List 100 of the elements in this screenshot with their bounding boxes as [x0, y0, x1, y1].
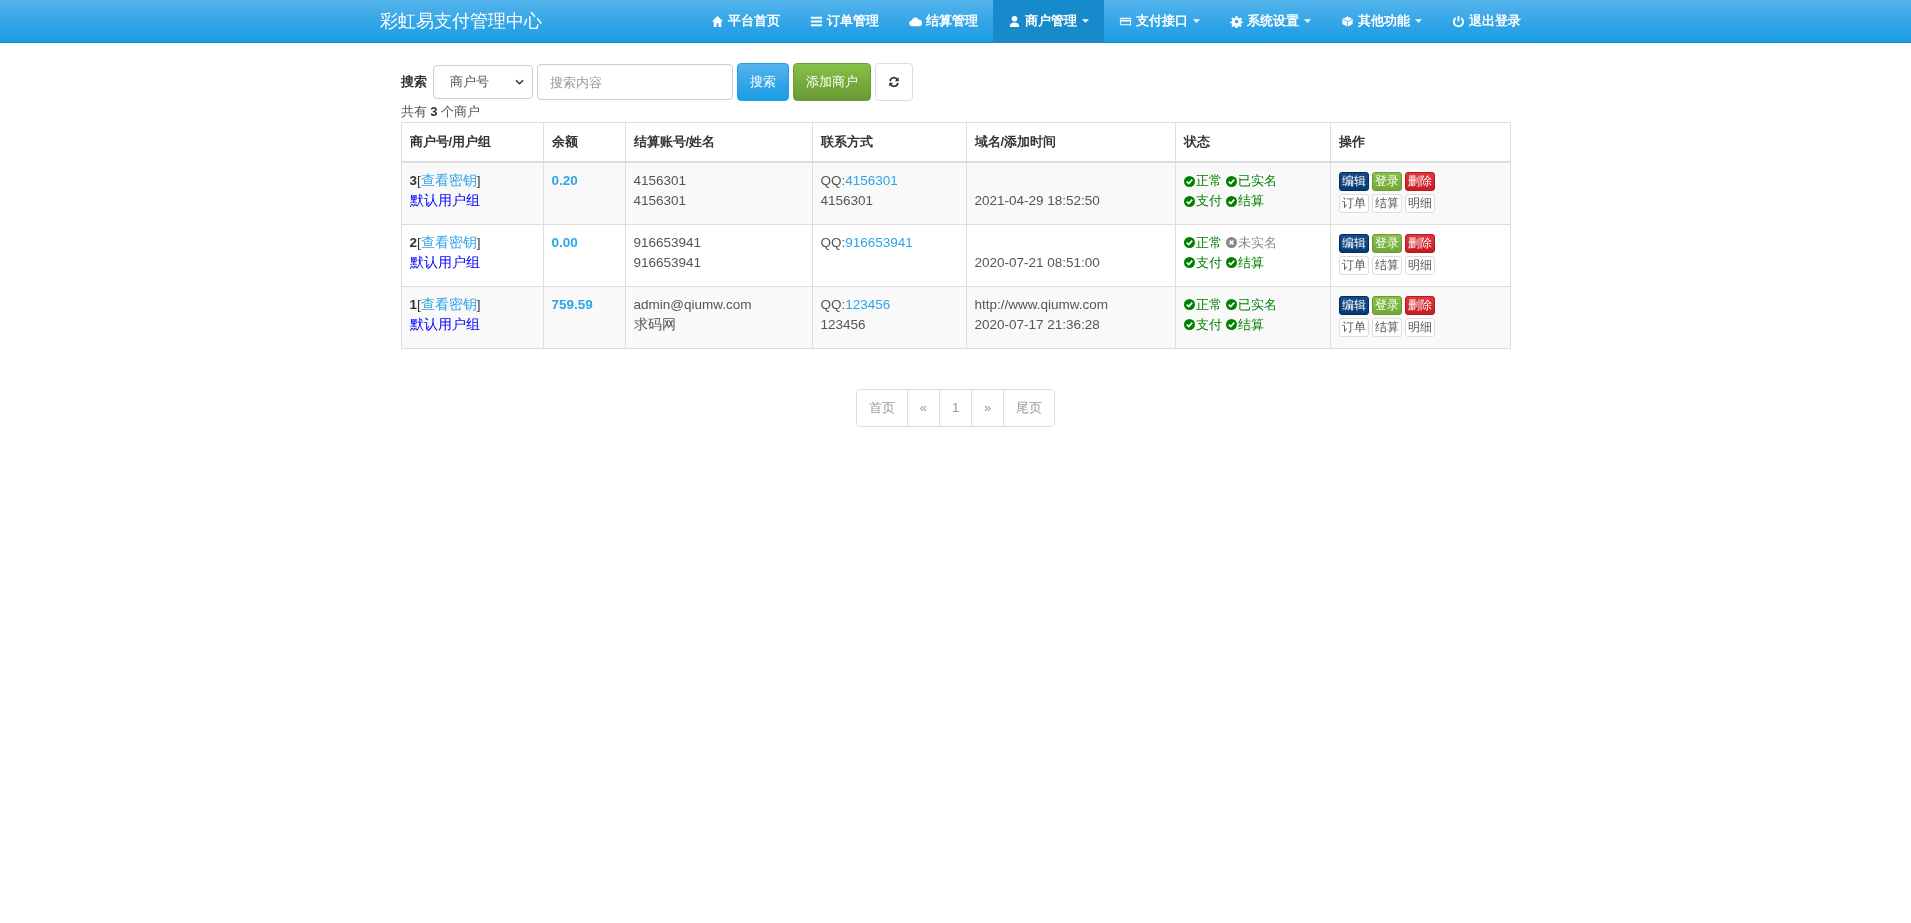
status-label: 已实名 — [1225, 294, 1277, 315]
search-label: 搜索 — [400, 73, 427, 91]
caret-icon — [1414, 19, 1422, 23]
qq-link[interactable]: 4156301 — [845, 173, 898, 188]
x-circle-icon — [1225, 237, 1237, 248]
check-circle-icon — [1225, 257, 1237, 268]
status-label: 支付 — [1183, 191, 1222, 211]
login-button[interactable]: 登录 — [1371, 172, 1402, 191]
check-circle-icon — [1183, 299, 1195, 310]
status-label: 结算 — [1225, 314, 1264, 335]
added-time: 2021-04-29 18:52:50 — [974, 192, 1101, 210]
action-button[interactable]: 订单 — [1338, 317, 1369, 337]
edit-button[interactable]: 编辑 — [1338, 172, 1369, 191]
delete-button[interactable]: 删除 — [1404, 295, 1435, 315]
home-icon — [710, 14, 724, 28]
check-circle-icon — [1183, 195, 1195, 207]
search-type-select[interactable]: 商户号 — [432, 65, 533, 99]
check-circle-icon — [1183, 237, 1195, 248]
list-icon — [809, 14, 823, 28]
refresh-icon — [887, 76, 900, 88]
status-label: 结算 — [1225, 191, 1264, 211]
login-button[interactable]: 登录 — [1371, 233, 1402, 253]
action-button[interactable]: 结算 — [1371, 255, 1402, 275]
nav-item[interactable]: 订单管理 — [794, 0, 894, 42]
nav-item[interactable]: 结算管理 — [893, 0, 993, 42]
chevron-down-icon — [514, 79, 524, 85]
added-time: 2020-07-17 21:36:28 — [974, 315, 1101, 334]
bracket: [ — [417, 173, 421, 188]
refresh-button[interactable] — [874, 63, 913, 101]
bracket: ] — [476, 173, 481, 188]
action-button[interactable]: 明细 — [1404, 255, 1435, 275]
check-circle-icon — [1183, 257, 1195, 268]
add-merchant-button[interactable]: 添加商户 — [792, 63, 871, 101]
nav-item[interactable]: 平台首页 — [695, 0, 795, 42]
bracket: [ — [417, 296, 421, 312]
login-button[interactable]: 登录 — [1371, 295, 1402, 315]
check-circle-icon — [1183, 175, 1195, 187]
nav-item[interactable]: 其他功能 — [1325, 0, 1437, 42]
search-button[interactable]: 搜索 — [736, 63, 789, 101]
caret-icon — [1192, 19, 1200, 23]
balance-cell: 0.00 — [543, 224, 625, 286]
cube-icon — [1340, 14, 1354, 28]
added-time: 2020-07-21 08:51:00 — [974, 253, 1101, 272]
balance-cell: 0.20 — [543, 162, 625, 224]
action-button[interactable]: 明细 — [1404, 317, 1435, 337]
qq-label: QQ: — [820, 173, 846, 188]
name-text: 916653941 — [633, 253, 703, 272]
action-button[interactable]: 订单 — [1338, 255, 1369, 275]
status-label: 正常 — [1183, 232, 1222, 253]
view-key-link[interactable]: 查看密钥 — [420, 296, 477, 312]
contact-text: 4156301 — [820, 192, 875, 210]
brand-title[interactable]: 彩虹易支付管理中心 — [375, 9, 542, 33]
search-input[interactable]: 搜索内容 — [536, 64, 733, 100]
delete-button[interactable]: 删除 — [1404, 172, 1435, 191]
caret-icon — [1081, 19, 1089, 23]
merchant-id: 1 — [409, 296, 417, 312]
nav-item[interactable]: 商户管理 — [992, 0, 1104, 42]
status-label: 支付 — [1183, 252, 1222, 273]
view-key-link[interactable]: 查看密钥 — [420, 234, 477, 250]
bracket: ] — [476, 296, 481, 312]
check-circle-icon — [1225, 195, 1237, 207]
status-label: 已实名 — [1225, 171, 1277, 191]
edit-button[interactable]: 编辑 — [1338, 295, 1369, 315]
qq-label: QQ: — [820, 234, 846, 250]
page-link[interactable]: 尾页 — [1003, 389, 1055, 426]
action-button[interactable]: 结算 — [1371, 317, 1402, 337]
action-button[interactable]: 结算 — [1371, 194, 1402, 213]
delete-button[interactable]: 删除 — [1404, 233, 1435, 253]
action-button[interactable]: 订单 — [1338, 194, 1369, 213]
edit-button[interactable]: 编辑 — [1338, 233, 1369, 253]
balance-cell: 759.59 — [543, 286, 625, 348]
status-label: 正常 — [1183, 171, 1222, 191]
check-circle-icon — [1225, 299, 1237, 310]
check-circle-icon — [1225, 319, 1237, 330]
status-label: 未实名 — [1225, 232, 1277, 253]
user-group-link[interactable]: 默认用户组 — [409, 193, 480, 208]
name-text: 求码网 — [633, 315, 677, 334]
action-button[interactable]: 明细 — [1404, 194, 1435, 213]
user-group-link[interactable]: 默认用户组 — [409, 254, 480, 270]
account-text: 916653941 — [633, 233, 703, 252]
check-circle-icon — [1225, 175, 1237, 187]
user-icon — [1007, 14, 1021, 28]
name-text: 4156301 — [633, 192, 688, 210]
view-key-link[interactable]: 查看密钥 — [420, 173, 477, 188]
status-label: 结算 — [1225, 252, 1264, 273]
qq-link[interactable]: 123456 — [845, 296, 891, 312]
bracket: [ — [417, 234, 421, 250]
account-text: 4156301 — [633, 172, 688, 190]
power-icon — [1451, 14, 1465, 28]
caret-icon — [1303, 19, 1311, 23]
nav-item[interactable]: 支付接口 — [1103, 0, 1215, 42]
account-text: admin@qiumw.com — [633, 295, 753, 314]
qq-link[interactable]: 916653941 — [845, 234, 913, 250]
nav-item[interactable]: 退出登录 — [1436, 0, 1536, 42]
check-circle-icon — [1183, 319, 1195, 330]
qq-label: QQ: — [820, 296, 846, 312]
nav-item[interactable]: 系统设置 — [1214, 0, 1326, 42]
merchant-id: 2 — [409, 234, 417, 250]
domain-text: http://www.qiumw.com — [974, 295, 1110, 314]
user-group-link[interactable]: 默认用户组 — [409, 316, 480, 332]
